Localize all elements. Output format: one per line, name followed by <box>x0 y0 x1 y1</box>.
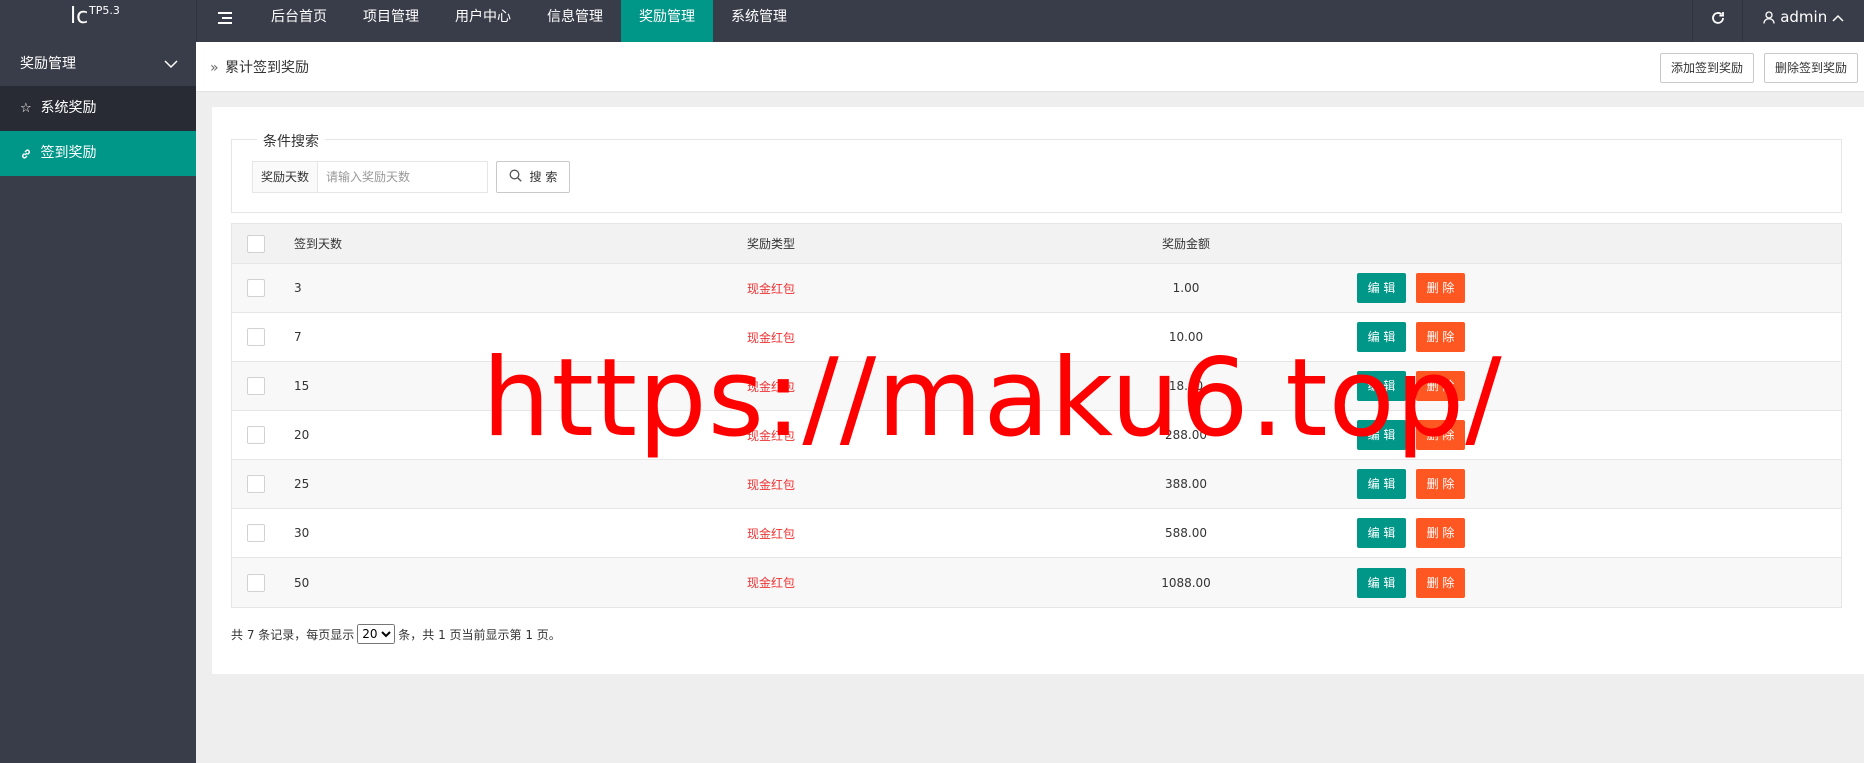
search-legend: 条件搜索 <box>257 131 325 151</box>
sidebar-item-label: 签到奖励 <box>40 145 97 161</box>
cell-days: 30 <box>294 526 310 540</box>
search-fieldset: 条件搜索 奖励天数 搜 索 <box>231 131 1842 213</box>
header-days: 签到天数 <box>294 237 343 251</box>
search-button-label: 搜 索 <box>529 170 558 184</box>
table-row: 25 现金红包 388.00 编 辑删 除 <box>232 460 1841 509</box>
pager-prefix: 共 7 条记录，每页显示 <box>231 627 355 642</box>
logo: lc TP5.3 <box>0 0 196 42</box>
cell-type: 现金红包 <box>747 281 796 296</box>
logo-text: lc <box>70 4 89 29</box>
refresh-icon[interactable] <box>1692 0 1742 42</box>
page-actions: 添加签到奖励 删除签到奖励 <box>1659 53 1858 83</box>
cell-type: 现金红包 <box>747 477 796 492</box>
double-chevron-right-icon: » <box>210 60 219 76</box>
nav-item-rewards[interactable]: 奖励管理 <box>621 0 713 42</box>
header-type: 奖励类型 <box>747 237 796 251</box>
sidebar-item-label: 系统奖励 <box>40 100 97 116</box>
cell-type: 现金红包 <box>747 526 796 541</box>
cell-type: 现金红包 <box>747 576 796 590</box>
star-icon: ☆ <box>20 101 32 116</box>
top-bar: lc TP5.3 后台首页 项目管理 用户中心 信息管理 奖励管理 系统管理 a… <box>0 0 1864 42</box>
sidebar-item-signin-rewards[interactable]: 签到奖励 <box>0 131 196 176</box>
nav-item-projects[interactable]: 项目管理 <box>345 0 437 42</box>
breadcrumb: » 累计签到奖励 <box>210 57 309 77</box>
nav-item-system[interactable]: 系统管理 <box>713 0 805 42</box>
pager-suffix: 条，共 1 页当前显示第 1 页。 <box>398 627 561 642</box>
table-header: 签到天数 奖励类型 奖励金额 <box>232 224 1841 264</box>
nav-item-users[interactable]: 用户中心 <box>437 0 529 42</box>
top-right-actions: admin <box>1692 0 1864 42</box>
watermark-text: https://maku6.top/ <box>482 336 1503 461</box>
cell-amount: 588.00 <box>1165 526 1207 540</box>
user-menu[interactable]: admin <box>1742 0 1864 42</box>
breadcrumb-bar: » 累计签到奖励 添加签到奖励 删除签到奖励 <box>196 42 1864 92</box>
row-checkbox[interactable] <box>247 573 265 592</box>
breadcrumb-current: 累计签到奖励 <box>225 60 310 76</box>
table-row: 50 现金红包 1088.00 编 辑删 除 <box>232 558 1841 607</box>
nav-item-home[interactable]: 后台首页 <box>253 0 345 42</box>
sidebar: 奖励管理 ☆ 系统奖励 签到奖励 <box>0 42 196 763</box>
delete-button[interactable]: 删 除 <box>1416 469 1465 499</box>
row-checkbox[interactable] <box>247 377 265 395</box>
cell-amount: 1.00 <box>1172 281 1200 295</box>
page-size-select[interactable]: 20 <box>357 624 396 644</box>
select-all-checkbox[interactable] <box>247 234 265 253</box>
cell-amount: 1088.00 <box>1161 575 1211 590</box>
search-field: 奖励天数 <box>252 161 489 193</box>
logo-version: TP5.3 <box>89 4 120 17</box>
edit-button[interactable]: 编 辑 <box>1357 567 1406 598</box>
delete-button[interactable]: 删 除 <box>1416 518 1465 548</box>
row-checkbox[interactable] <box>247 524 265 542</box>
link-icon <box>20 131 36 176</box>
reward-days-input[interactable] <box>318 161 489 193</box>
search-field-label: 奖励天数 <box>252 161 319 193</box>
menu-toggle-icon[interactable] <box>197 0 253 42</box>
row-checkbox[interactable] <box>247 426 265 444</box>
add-signin-reward-button[interactable]: 添加签到奖励 <box>1659 53 1754 83</box>
delete-button[interactable]: 删 除 <box>1416 273 1465 303</box>
top-nav: 后台首页 项目管理 用户中心 信息管理 奖励管理 系统管理 <box>196 0 805 42</box>
chevron-down-icon <box>164 42 182 86</box>
search-button[interactable]: 搜 索 <box>496 161 570 193</box>
chevron-up-icon <box>1832 8 1844 26</box>
cell-days: 3 <box>294 281 302 295</box>
pagination: 共 7 条记录，每页显示 20 条，共 1 页当前显示第 1 页。 <box>231 624 561 644</box>
delete-signin-reward-button[interactable]: 删除签到奖励 <box>1763 53 1858 83</box>
sidebar-group-rewards[interactable]: 奖励管理 <box>0 42 196 86</box>
cell-days: 50 <box>294 575 310 590</box>
delete-button[interactable]: 删 除 <box>1416 567 1465 598</box>
edit-button[interactable]: 编 辑 <box>1357 469 1406 499</box>
table-row: 30 现金红包 588.00 编 辑删 除 <box>232 509 1841 558</box>
sidebar-group-label: 奖励管理 <box>20 56 76 72</box>
row-checkbox[interactable] <box>247 328 265 346</box>
table-row: 3 现金红包 1.00 编 辑删 除 <box>232 264 1841 313</box>
header-amount: 奖励金额 <box>1161 237 1210 251</box>
cell-amount: 388.00 <box>1165 477 1207 491</box>
row-checkbox[interactable] <box>247 475 265 493</box>
edit-button[interactable]: 编 辑 <box>1357 273 1406 303</box>
user-icon <box>1763 8 1776 26</box>
nav-item-info[interactable]: 信息管理 <box>529 0 621 42</box>
cell-days: 25 <box>294 477 310 491</box>
edit-button[interactable]: 编 辑 <box>1357 518 1406 548</box>
search-icon <box>509 163 522 193</box>
sidebar-item-system-rewards[interactable]: ☆ 系统奖励 <box>0 86 196 131</box>
user-name: admin <box>1780 8 1828 26</box>
row-checkbox[interactable] <box>247 279 265 297</box>
